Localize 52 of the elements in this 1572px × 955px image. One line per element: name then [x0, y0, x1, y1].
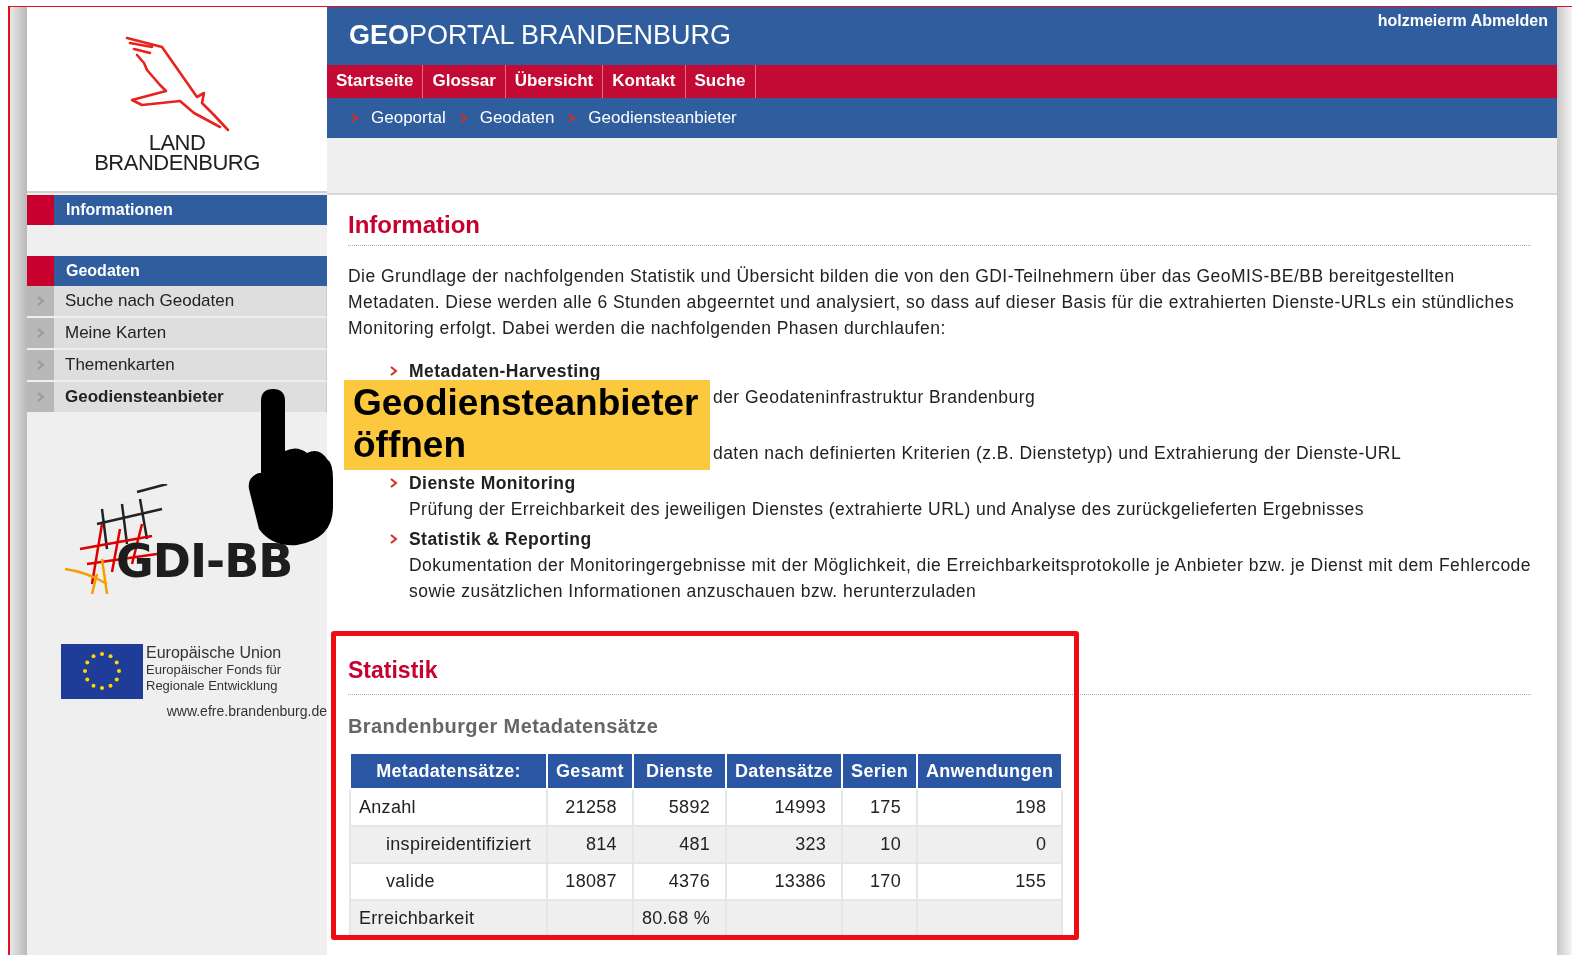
phase-description: Prüfung der Erreichbarkeit des jeweiligen Dienstes (extrahierte URL) und Analyse des zurückgelieferten Ergebnisses	[409, 498, 1365, 521]
phase-title: Dienste Monitoring	[409, 472, 577, 495]
chevron-icon	[390, 478, 398, 488]
eu-logo-text: Europäischer Fonds für	[146, 662, 283, 678]
sidebar-item[interactable]: Meine Karten	[27, 318, 327, 350]
sidebar-section-header[interactable]: Informationen	[27, 195, 327, 225]
chevron-icon	[568, 113, 577, 123]
breadcrumb-link[interactable]: Geodaten	[479, 108, 555, 128]
phase-description: daten nach definierten Kriterien (z.B. Dienstetyp) und Extrahierung der Dienste-URL	[713, 443, 1402, 463]
table-header: Serien	[842, 753, 917, 789]
table-cell: 323	[726, 826, 843, 863]
breadcrumb-link[interactable]: Geodiensteanbieter	[588, 108, 737, 128]
gdi-logo-text: GDI-BB	[116, 534, 293, 588]
section-heading: Information	[348, 211, 1531, 246]
chevron-icon	[390, 534, 398, 544]
phase-title: Metadaten-Harvesting	[409, 360, 602, 383]
phase-description: Dokumentation der Monitoringergebnisse mit der Möglichkeit, die Erreichbarkeitsprotokolle je Anbieter bzw. je Dienst mit dem Fehlercode sowie zusätzlichen Informationen anzuschauen bzw. herunterzuladen	[409, 554, 1531, 603]
table-cell: 10	[842, 826, 917, 863]
chevron-icon	[36, 296, 45, 306]
table-header: Gesamt	[547, 753, 633, 789]
eu-logo-text: Regionale Entwicklung	[146, 678, 279, 694]
chevron-icon	[36, 328, 45, 338]
sidebar-item[interactable]: Themenkarten	[27, 350, 327, 382]
table-header: Dienste	[632, 753, 727, 789]
table-cell: 481	[632, 826, 727, 863]
table-header: Metadatensätze:	[350, 753, 548, 789]
eu-flag-icon	[61, 644, 143, 699]
sidebar-section-header[interactable]: Geodaten	[27, 256, 327, 286]
table-header: Datensätze	[726, 753, 843, 789]
sidebar-item[interactable]: Geodiensteanbieter	[27, 382, 327, 414]
phase-description: der Geodateninfrastruktur Brandenburg	[713, 387, 1036, 407]
phase-title: Statistik & Reporting	[409, 528, 593, 551]
portal-title: GEOPORTAL BRANDENBURG	[348, 19, 732, 52]
chevron-icon	[36, 360, 45, 370]
logout-link[interactable]: Abmelden	[1470, 12, 1548, 65]
chevron-icon	[390, 366, 398, 376]
intro-paragraph: Die Grundlage der nachfolgenden Statistik und Übersicht bilden die von den GDI-Teilnehmern über das GeoMIS-BE/BB bereitgestellten Metadaten. Diese werden alle 6 Stunden abgeerntet und analysiert, so dass auf dieser Basis für die extrahierten Dienste-URLs ein stündliches Monitoring erfolgt. Dabei werden die nachfolgenden Phasen durchlaufen:	[348, 265, 1516, 340]
breadcrumb-link[interactable]: Geoportal	[371, 108, 446, 128]
subheading: Brandenburger Metadatensätze	[348, 715, 660, 738]
username: holzmeierm	[1377, 12, 1467, 31]
eu-url-text: www.efre.brandenburg.de	[165, 703, 327, 719]
eu-logo-text: Europäische Union	[146, 644, 283, 662]
sidebar-item[interactable]: Suche nach Geodaten	[27, 286, 327, 318]
table-cell: 814	[547, 826, 633, 863]
table-cell: inspireidentifiziert	[350, 826, 548, 863]
table-cell: 0	[916, 826, 1063, 863]
chevron-icon	[459, 113, 468, 123]
chevron-icon	[351, 113, 359, 123]
callout-label: Geodiensteanbieter öffnen	[344, 380, 710, 470]
section-heading: Statistik	[348, 657, 1531, 695]
chevron-icon	[36, 392, 45, 402]
table-header: Anwendungen	[916, 753, 1063, 789]
